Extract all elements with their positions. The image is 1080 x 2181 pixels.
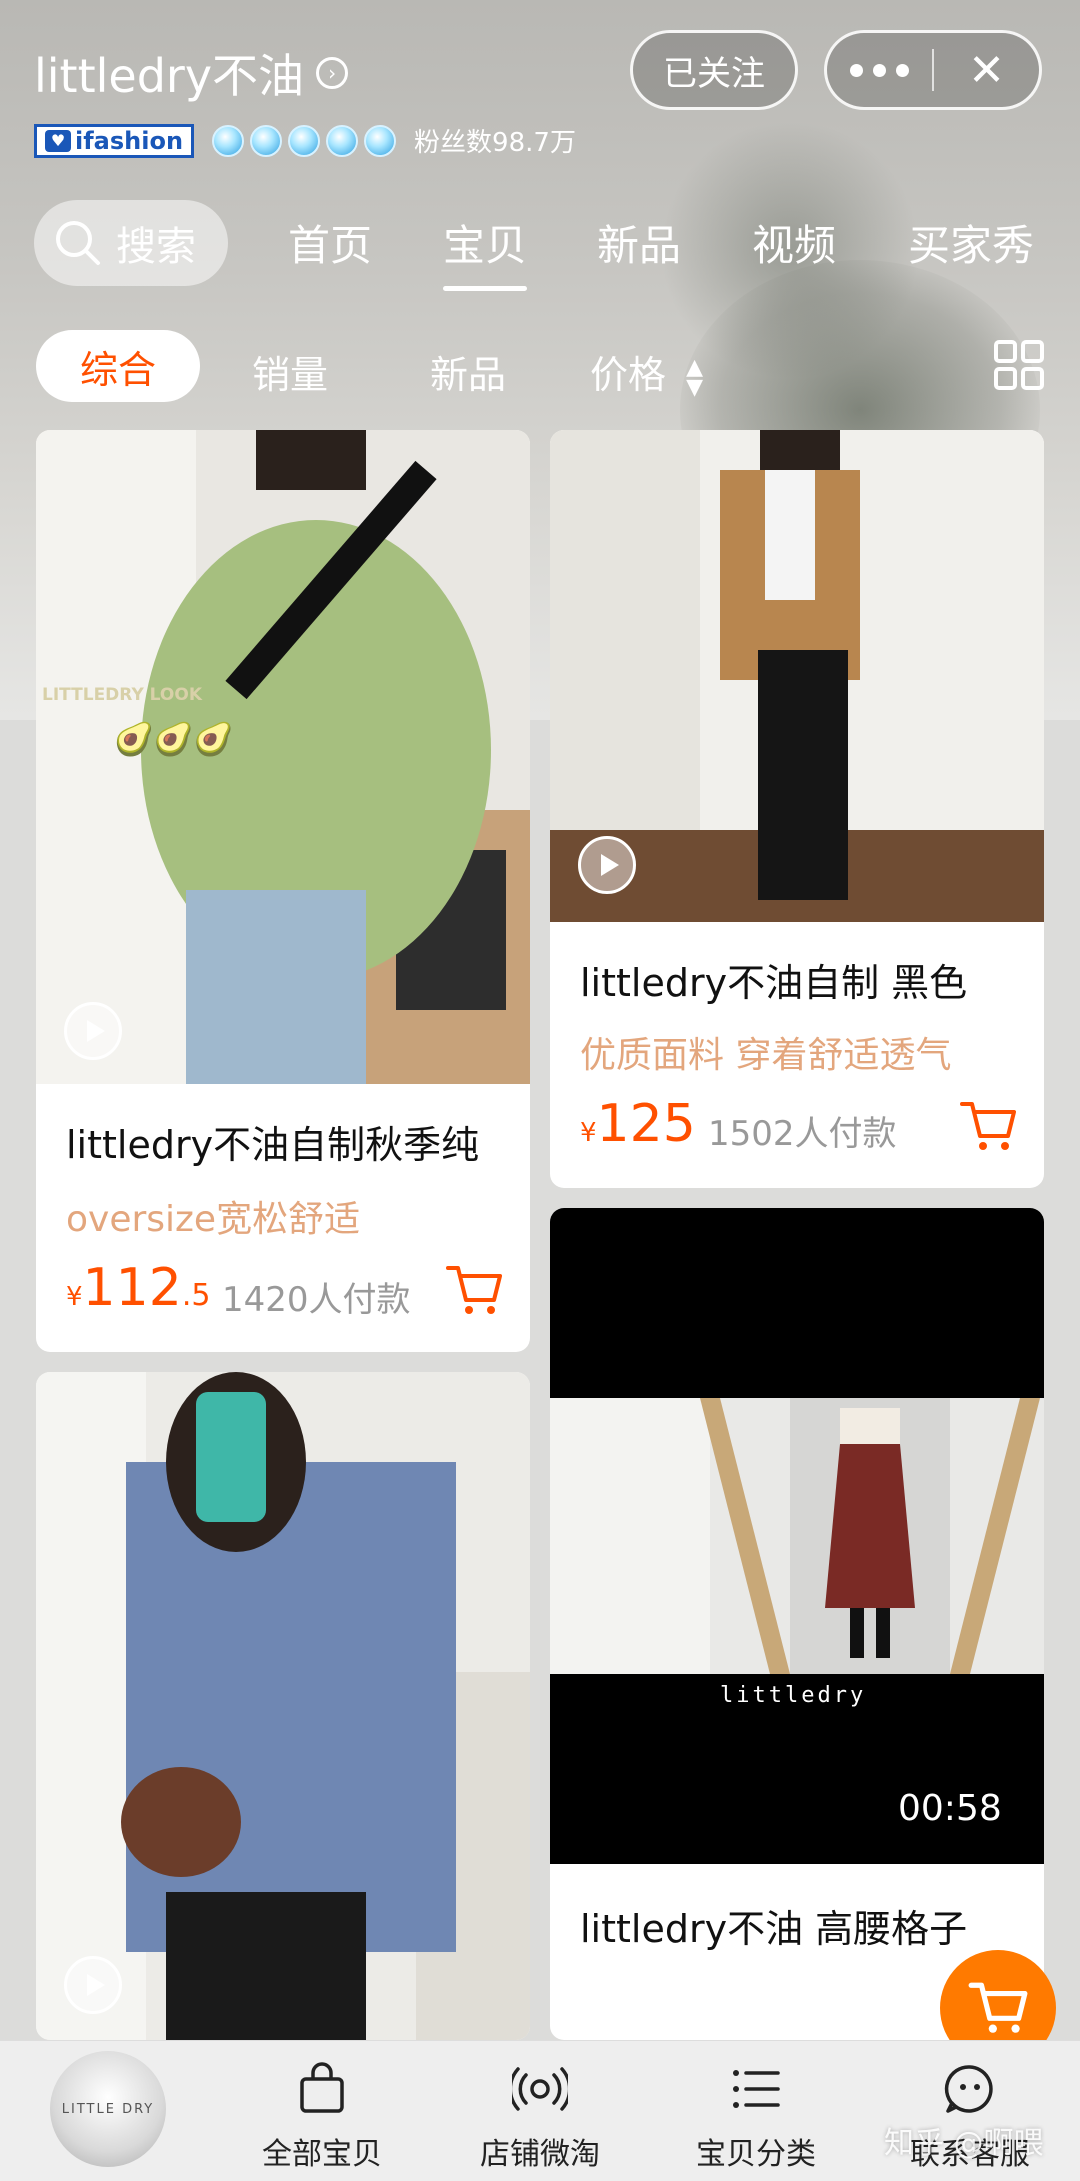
play-icon[interactable] [64, 1956, 122, 2014]
paid-count: 1420人付款 [222, 1280, 411, 1320]
sort-price-label: 价格 [590, 353, 667, 397]
play-icon[interactable] [578, 836, 636, 894]
video-duration: 00:58 [898, 1788, 1002, 1829]
product-title: littledry不油自制秋季纯 [66, 1123, 480, 1167]
product-title: littledry不油 高腰格子 [580, 1907, 968, 1951]
store-feed-button[interactable]: 店铺微淘 [450, 2061, 630, 2173]
ifashion-label: ifashion [75, 126, 184, 155]
tab-new[interactable]: 新品 [597, 212, 681, 273]
product-title: littledry不油自制 黑色 [580, 961, 968, 1005]
search-icon [56, 221, 100, 265]
categories-button[interactable]: 宝贝分类 [666, 2061, 846, 2173]
list-icon [733, 2070, 780, 2108]
product-card[interactable]: littledry不油自制 黑色 优质面料 穿着舒适透气 ¥125 1502人付… [550, 430, 1044, 1188]
cart-icon [968, 1982, 1028, 2033]
product-price: ¥125 [580, 1094, 696, 1154]
follow-button[interactable]: 已关注 [630, 30, 798, 110]
product-card[interactable]: LITTLEDRY LOOK 🥑🥑🥑 littledry不油自制秋季纯 over… [36, 430, 530, 1352]
more-options-button[interactable] [827, 63, 932, 77]
avatar-text: LITTLE DRY [61, 2101, 155, 2117]
store-name[interactable]: littledry不油 › [34, 40, 349, 106]
more-close-capsule: ✕ [824, 30, 1042, 110]
tab-items[interactable]: 宝贝 [443, 212, 528, 291]
search-button[interactable]: 搜索 [34, 200, 228, 286]
product-photo: LITTLEDRY LOOK 🥑🥑🥑 [36, 430, 530, 1084]
overlay-text: LITTLEDRY LOOK [42, 685, 203, 705]
paid-count: 1502人付款 [708, 1114, 897, 1154]
dot-icon [850, 63, 863, 77]
sort-price[interactable]: 价格 ▲ ▼ [590, 344, 703, 399]
store-avatar[interactable]: LITTLE DRY [50, 2051, 166, 2167]
diamond-icon [212, 124, 245, 157]
product-price: ¥112.5 [66, 1258, 211, 1318]
grid-view-icon[interactable] [994, 340, 1044, 390]
product-photo [36, 1372, 530, 2040]
dot-icon [896, 63, 909, 77]
search-label: 搜索 [116, 224, 196, 270]
diamond-icon [250, 124, 283, 157]
watermark: 知乎 @啊喂 [884, 2126, 1044, 2161]
broadcast-icon [512, 2067, 568, 2111]
tab-video[interactable]: 视频 [752, 212, 836, 273]
store-badges: ♥ ifashion 粉丝数98.7万 [34, 122, 576, 159]
store-rating-diamonds [212, 124, 397, 157]
product-subtitle: 优质面料 穿着舒适透气 [580, 1035, 952, 1076]
heart-icon: ♥ [45, 129, 71, 152]
play-icon[interactable] [64, 1002, 122, 1060]
sort-sales[interactable]: 销量 [252, 344, 328, 399]
shopping-bag-icon [300, 2062, 344, 2113]
video-brand: littledry [720, 1683, 866, 1708]
diamond-icon [364, 124, 397, 157]
product-video: littledry 00:58 [550, 1208, 1044, 1864]
product-card[interactable]: littledry 00:58 littledry不油 高腰格子 [550, 1208, 1044, 2040]
tab-home[interactable]: 首页 [288, 212, 372, 273]
all-items-button[interactable]: 全部宝贝 [232, 2061, 412, 2173]
dot-icon [873, 63, 886, 77]
product-subtitle: oversize宽松舒适 [66, 1199, 361, 1240]
cart-icon[interactable] [444, 1262, 504, 1318]
cart-icon[interactable] [958, 1098, 1018, 1154]
avocado-emoji: 🥑🥑🥑 [114, 719, 234, 758]
close-icon: ✕ [968, 44, 1005, 96]
ifashion-badge: ♥ ifashion [34, 123, 195, 158]
close-button[interactable]: ✕ [934, 45, 1039, 96]
sort-arrows-icon: ▲ ▼ [686, 354, 704, 400]
product-card[interactable] [36, 1372, 530, 2040]
store-name-label: littledry不油 [34, 49, 305, 103]
sort-comprehensive[interactable]: 综合 [36, 330, 200, 402]
chevron-right-icon: › [316, 57, 349, 89]
tab-buyer-show[interactable]: 买家秀 [908, 212, 1034, 273]
sort-new[interactable]: 新品 [430, 344, 506, 399]
fans-count: 粉丝数98.7万 [414, 128, 576, 158]
chat-face-icon [944, 2065, 993, 2113]
diamond-icon [326, 124, 359, 157]
diamond-icon [288, 124, 321, 157]
